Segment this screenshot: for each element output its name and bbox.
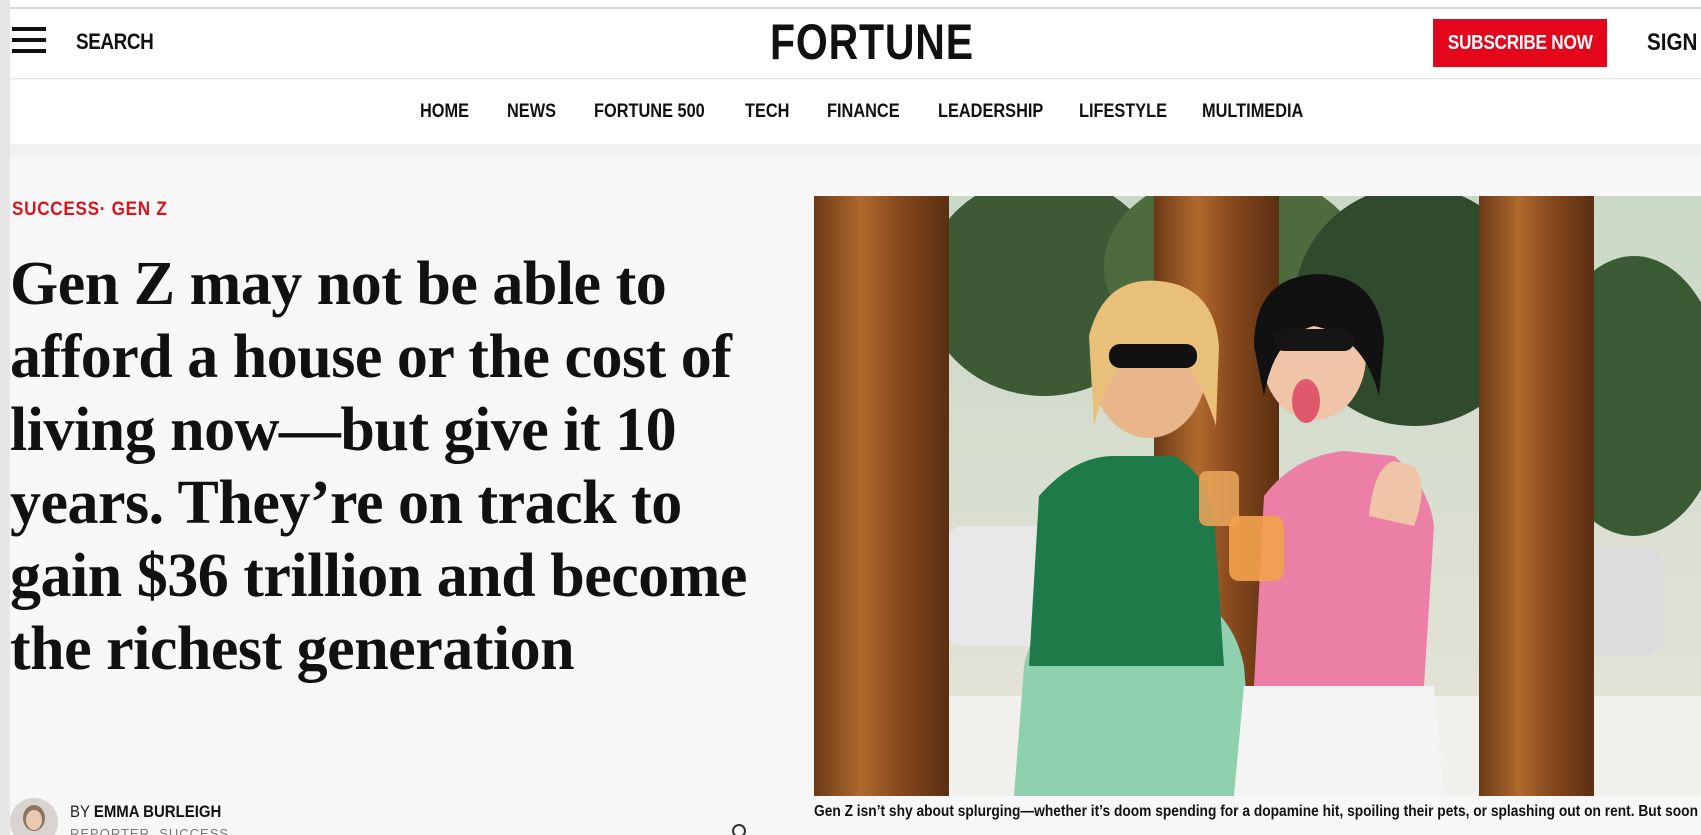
sign-in-link[interactable]: SIGN IN bbox=[1647, 29, 1701, 57]
share-icon[interactable] bbox=[732, 824, 746, 835]
section-kicker: SUCCESS· GEN Z bbox=[12, 199, 167, 221]
section-link-gen-z[interactable]: GEN Z bbox=[112, 199, 168, 220]
fortune-logo[interactable]: FORTUNE bbox=[770, 17, 974, 67]
nav-item-news[interactable]: NEWS bbox=[507, 101, 556, 123]
image-caption-text: Gen Z isn’t shy about splurging—whether … bbox=[814, 803, 1701, 820]
page-left-edge bbox=[0, 0, 10, 835]
subscribe-button-label: SUBSCRIBE NOW bbox=[1447, 31, 1593, 54]
subscribe-button[interactable]: SUBSCRIBE NOW bbox=[1433, 19, 1607, 67]
author-name-link[interactable]: EMMA BURLEIGH bbox=[94, 802, 221, 821]
nav-item-home[interactable]: HOME bbox=[420, 101, 469, 123]
nav-item-fortune-500[interactable]: FORTUNE 500 bbox=[594, 101, 705, 123]
byline-text: BY EMMA BURLEIGH bbox=[70, 802, 221, 822]
article-headline: Gen Z may not be able to afford a house … bbox=[10, 250, 747, 683]
section-link-success[interactable]: SUCCESS bbox=[12, 199, 100, 220]
nav-item-multimedia[interactable]: MULTIMEDIA bbox=[1202, 101, 1303, 123]
browser-top-edge bbox=[0, 0, 1701, 9]
author-role: REPORTER, SUCCESS bbox=[70, 826, 230, 835]
byline-prefix: BY bbox=[70, 802, 90, 821]
section-separator: · bbox=[99, 199, 107, 220]
nav-item-lifestyle[interactable]: LIFESTYLE bbox=[1079, 101, 1167, 123]
search-link[interactable]: SEARCH bbox=[76, 29, 154, 55]
author-avatar[interactable] bbox=[10, 798, 58, 835]
header-divider-band bbox=[10, 144, 1701, 156]
nav-item-tech[interactable]: TECH bbox=[745, 101, 789, 123]
hero-image bbox=[814, 196, 1701, 796]
image-caption: Gen Z isn’t shy about splurging—whether … bbox=[814, 801, 1701, 823]
main-navigation: HOME NEWS FORTUNE 500 TECH FINANCE LEADE… bbox=[10, 80, 1701, 144]
site-header: SEARCH FORTUNE SUBSCRIBE NOW SIGN IN bbox=[10, 9, 1701, 79]
hamburger-menu-icon[interactable] bbox=[12, 27, 46, 57]
nav-item-finance[interactable]: FINANCE bbox=[827, 101, 900, 123]
nav-item-leadership[interactable]: LEADERSHIP bbox=[938, 101, 1043, 123]
byline: BY EMMA BURLEIGH REPORTER, SUCCESS bbox=[10, 794, 750, 835]
